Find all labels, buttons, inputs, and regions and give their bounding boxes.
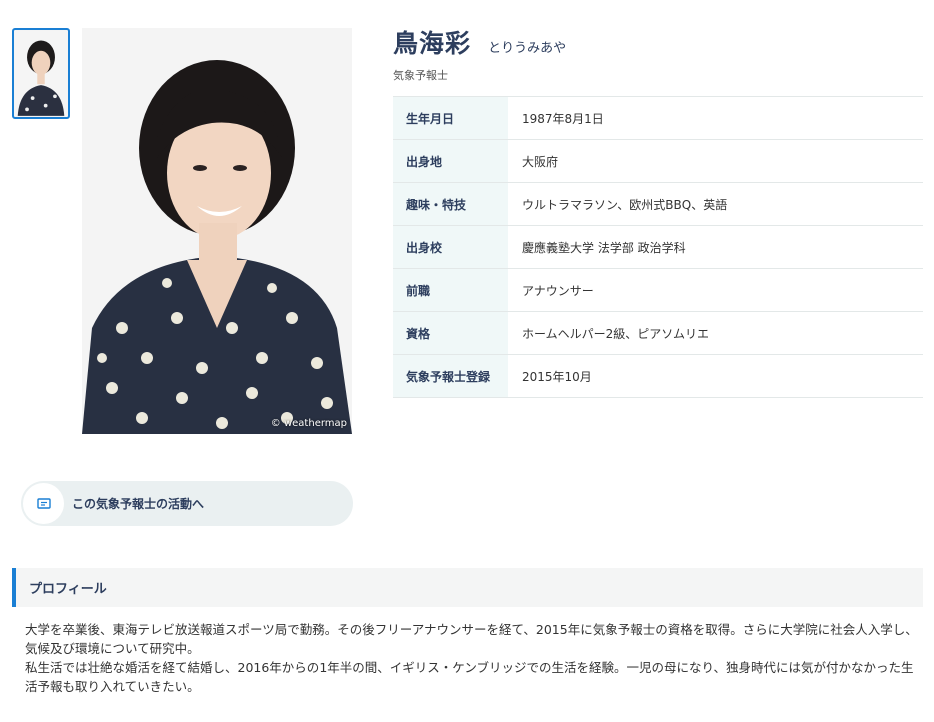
activity-icon-circle (23, 483, 64, 524)
profile-paragraph: 大学を卒業後、東海テレビ放送報道スポーツ局で勤務。その後フリーアナウンサーを経て… (25, 622, 918, 656)
profile-text: 大学を卒業後、東海テレビ放送報道スポーツ局で勤務。その後フリーアナウンサーを経て… (25, 620, 920, 696)
info-label: 前職 (393, 268, 508, 312)
info-label: 趣味・特技 (393, 182, 508, 226)
main-portrait-photo: © weathermap (82, 28, 352, 434)
info-value: 1987年8月1日 (508, 96, 923, 140)
info-label: 出身地 (393, 139, 508, 183)
info-row: 出身地 大阪府 (393, 139, 923, 183)
info-label: 気象予報士登録 (393, 354, 508, 398)
info-label: 生年月日 (393, 96, 508, 140)
info-value: アナウンサー (508, 268, 923, 312)
info-row: 前職 アナウンサー (393, 268, 923, 312)
activity-link-label: この気象予報士の活動へ (72, 497, 205, 511)
info-value: 2015年10月 (508, 354, 923, 398)
info-row: 出身校 慶應義塾大学 法学部 政治学科 (393, 225, 923, 269)
profile-heading: プロフィール (12, 568, 923, 607)
person-kana: とりうみあや (488, 41, 567, 56)
portrait-thumbnail-image (14, 31, 68, 116)
document-icon (36, 497, 51, 509)
portrait-image (82, 28, 352, 434)
info-value: 慶應義塾大学 法学部 政治学科 (508, 225, 923, 269)
profile-paragraph: 私生活では壮絶な婚活を経て結婚し、2016年からの1年半の間、イギリス・ケンブリ… (25, 660, 914, 694)
info-row: 生年月日 1987年8月1日 (393, 96, 923, 140)
info-value: 大阪府 (508, 139, 923, 183)
profile-info-table: 生年月日 1987年8月1日 出身地 大阪府 趣味・特技 ウルトラマラソン、欧州… (393, 96, 923, 398)
person-name: 鳥海彩 (393, 29, 472, 58)
info-row: 資格 ホームヘルパー2級、ピアソムリエ (393, 311, 923, 355)
photo-thumbnail[interactable] (12, 28, 70, 119)
activity-link-button[interactable]: この気象予報士の活動へ (21, 481, 353, 526)
info-label: 資格 (393, 311, 508, 355)
person-role: 気象予報士 (393, 69, 448, 82)
name-header: 鳥海彩 とりうみあや 気象予報士 (393, 24, 566, 83)
info-row: 気象予報士登録 2015年10月 (393, 354, 923, 398)
info-value: ホームヘルパー2級、ピアソムリエ (508, 311, 923, 355)
info-label: 出身校 (393, 225, 508, 269)
info-value: ウルトラマラソン、欧州式BBQ、英語 (508, 182, 923, 226)
info-row: 趣味・特技 ウルトラマラソン、欧州式BBQ、英語 (393, 182, 923, 226)
photo-credit: © weathermap (270, 418, 347, 429)
